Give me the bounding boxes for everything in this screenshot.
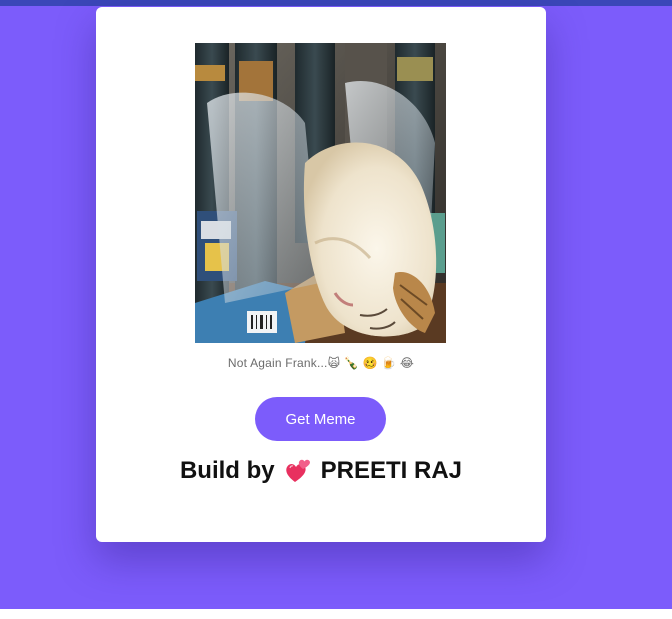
build-credit: Build by PREETI RAJ [96, 457, 546, 485]
meme-card: Not Again Frank...🙀 🍾 🥴 🍺 😂 Get Meme Bui… [96, 7, 546, 542]
two-hearts-icon [285, 459, 310, 482]
build-by-label: Build by [179, 457, 275, 484]
meme-image [195, 43, 446, 343]
meme-caption: Not Again Frank...🙀 🍾 🥴 🍺 😂 [227, 356, 415, 370]
top-accent-strip [0, 0, 672, 6]
bottom-strip [0, 609, 672, 619]
author-name: PREETI RAJ [320, 457, 463, 484]
get-meme-button[interactable]: Get Meme [255, 397, 386, 441]
